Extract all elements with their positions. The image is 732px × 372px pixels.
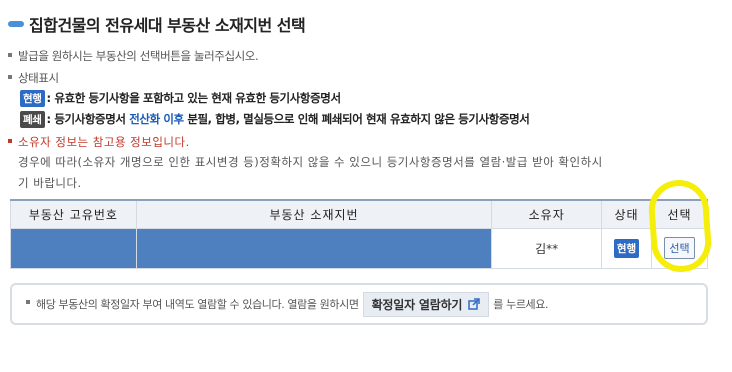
cell-address-redacted — [135, 227, 493, 269]
info-text-before: 해당 부동산의 확정일자 부여 내역도 열람할 수 있습니다. 열람을 원하시면 — [36, 298, 359, 311]
external-link-icon — [468, 298, 481, 310]
issue-guide-text: 발급을 원하시는 부동산의 선택버튼을 눌러주십시오. — [18, 49, 259, 63]
header-owner: 소유자 — [491, 199, 603, 229]
table-header-row: 부동산 고유번호 부동산 소재지번 소유자 상태 선택 — [10, 199, 708, 229]
page-title-wrap: 집합건물의 전유세대 부동산 소재지번 선택 — [8, 12, 306, 36]
legend-closed-text-b: 분필, 합병, 멸실등으로 인해 폐쇄되어 현재 유효하지 않은 등기사항증명서 — [183, 112, 530, 126]
legend-closed: 폐쇄: 등기사항증명서 전산화 이후 분필, 합병, 멸실등으로 인해 폐쇄되어… — [20, 111, 530, 128]
legend-current: 현행: 유효한 등기사항을 포함하고 있는 현재 유효한 등기사항증명서 — [20, 90, 341, 107]
page-title: 집합건물의 전유세대 부동산 소재지번 선택 — [29, 16, 306, 35]
cell-unique-number-redacted — [10, 227, 137, 269]
info-text-after: 를 누르세요. — [493, 298, 549, 311]
legend-current-text: : 유효한 등기사항을 포함하고 있는 현재 유효한 등기사항증명서 — [46, 91, 342, 105]
status-badge: 현행 — [613, 238, 640, 258]
status-heading: 상태표시 — [8, 70, 59, 86]
info-box: 해당 부동산의 확정일자 부여 내역도 열람할 수 있습니다. 열람을 원하시면… — [10, 283, 708, 325]
title-bar-icon — [8, 21, 24, 27]
bullet-icon — [8, 138, 12, 143]
table-row: 김** 현행 선택 — [10, 227, 708, 269]
cell-status: 현행 — [601, 227, 653, 269]
legend-closed-text-blue: 전산화 이후 — [129, 112, 184, 126]
bullet-icon — [8, 52, 12, 57]
bullet-icon — [26, 300, 30, 304]
property-table: 부동산 고유번호 부동산 소재지번 소유자 상태 선택 김** 현행 선택 — [10, 199, 708, 269]
owner-warning-text: 소유자 정보는 참고용 정보입니다. — [18, 135, 190, 149]
legend-closed-text-a: : 등기사항증명서 — [46, 112, 130, 126]
owner-note-line1: 경우에 따라(소유자 개명으로 인한 표시변경 등)정확하지 않을 수 있으니 … — [18, 155, 603, 169]
owner-warning: 소유자 정보는 참고용 정보입니다. — [8, 134, 190, 150]
owner-note-line2: 기 바랍니다. — [18, 176, 82, 190]
legend-current-badge: 현행 — [20, 90, 45, 107]
cell-owner: 김** — [491, 227, 603, 269]
issue-guide: 발급을 원하시는 부동산의 선택버튼을 눌러주십시오. — [8, 48, 259, 64]
header-address: 부동산 소재지번 — [135, 199, 493, 229]
view-fixed-date-button[interactable]: 확정일자 열람하기 — [362, 291, 490, 317]
legend-closed-badge: 폐쇄 — [20, 111, 45, 128]
highlight-circle — [646, 178, 714, 274]
view-fixed-date-label: 확정일자 열람하기 — [371, 297, 463, 312]
header-unique-number: 부동산 고유번호 — [10, 199, 137, 229]
bullet-icon — [8, 74, 12, 79]
header-status: 상태 — [601, 199, 653, 229]
status-heading-text: 상태표시 — [18, 71, 59, 85]
